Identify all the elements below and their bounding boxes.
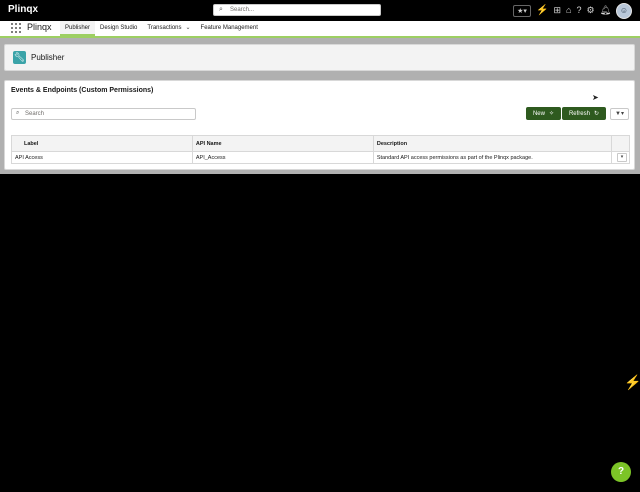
column-header-label[interactable]: Label [11,135,193,152]
user-avatar[interactable]: ☺ [616,2,632,19]
column-header-api-name[interactable]: API Name [191,135,374,152]
column-header-description[interactable]: Description [372,135,613,152]
refresh-icon: ↻ [593,111,600,117]
lightning-icon[interactable]: ⚡ [536,6,548,16]
header-icons: ★▾ ⚡ ⊞ ⌂ ? ⚙ 🔔︎ ☺ [513,2,632,19]
row-actions-menu-icon[interactable]: ▾ [617,153,628,162]
help-icon[interactable]: ? [576,6,581,15]
table-row: API Access API_Access Standard API acces… [11,151,630,164]
sparkle-icon: ✧ [548,111,555,117]
setup-gear-icon[interactable]: ⚙ [586,6,594,15]
new-button[interactable]: New ✧ [526,107,561,120]
notifications-bell-icon[interactable]: 🔔︎ [600,6,611,15]
card-title: Events & Endpoints (Custom Permissions) [11,87,154,94]
nav-tabs: Publisher Design Studio Transactions ⌄ Fe… [60,21,263,36]
list-search-placeholder: Search [25,111,45,117]
favorites-icon[interactable]: ★▾ [513,4,532,17]
cell-description: Standard API access permissions as part … [372,151,613,164]
lightning-icon[interactable]: ⚡ [624,374,640,391]
cell-api-name: API_Access [191,151,374,164]
tab-transactions-label: Transactions [147,25,182,31]
filter-button[interactable]: ▼▾ [610,108,629,120]
add-icon[interactable]: ⊞ [553,6,561,15]
tab-transactions[interactable]: Transactions ⌄ [142,21,195,36]
permissions-table: Label API Name Description API Access AP… [11,135,630,164]
global-search-input[interactable]: ⌕ Search... [213,4,381,16]
filter-icon: ▼▾ [615,111,624,117]
table-header-row: Label API Name Description [11,135,630,152]
events-endpoints-card: Events & Endpoints (Custom Permissions) … [4,80,635,170]
app-launcher-icon[interactable] [11,23,21,33]
mouse-cursor-icon: ➤ [592,93,599,102]
page-title: Publisher [31,53,65,62]
global-header: Plinqx ⌕ Search... ★▾ ⚡ ⊞ ⌂ ? ⚙ 🔔︎ ☺ [0,0,640,21]
tab-feature-management[interactable]: Feature Management [196,21,263,36]
search-icon: ⌕ [16,110,20,116]
cell-label: API Access [11,151,193,164]
brand-title: Plinqx [8,4,39,15]
list-search-input[interactable]: ⌕ Search [11,108,196,120]
wrench-icon: 🔧︎ [13,51,26,64]
new-button-label: New [532,110,545,117]
tab-publisher[interactable]: Publisher [60,21,96,36]
app-name: Plinqx [27,22,52,32]
trailhead-icon[interactable]: ⌂ [566,6,571,15]
app-navigation: Plinqx Publisher Design Studio Transacti… [0,21,640,38]
global-search-placeholder: Search... [230,7,255,13]
page-header: 🔧︎ Publisher [4,44,635,71]
chevron-down-icon[interactable]: ⌄ [186,21,191,36]
refresh-button-label: Refresh [568,110,590,117]
refresh-button[interactable]: Refresh ↻ [562,107,606,120]
tab-design-studio[interactable]: Design Studio [95,21,142,36]
help-button[interactable]: ? [611,462,631,482]
column-header-actions [611,135,630,152]
search-icon: ⌕ [219,6,223,13]
cell-actions: ▾ [611,151,630,164]
